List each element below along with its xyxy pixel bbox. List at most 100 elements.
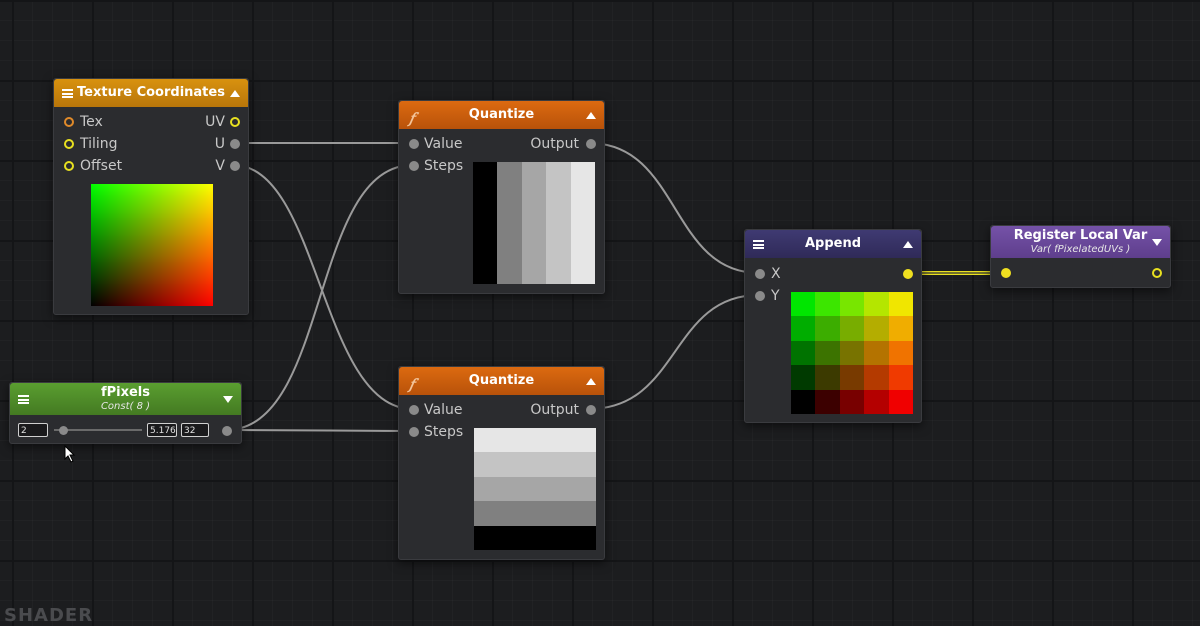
- fpixels-output-port[interactable]: [222, 426, 232, 436]
- pixel-cell: [791, 316, 816, 342]
- quantize-band: [474, 525, 596, 551]
- y-input-label: Y: [771, 288, 780, 304]
- pixel-cell: [888, 292, 914, 317]
- quantize-band: [497, 162, 522, 284]
- tex-input-label: Tex: [80, 114, 103, 130]
- pixel-cell: [888, 316, 914, 342]
- node-title: fPixels: [100, 385, 151, 400]
- quantize-band: [546, 162, 571, 284]
- uv-preview: [91, 184, 213, 306]
- quantize-header[interactable]: 𝑓 Quantize: [399, 101, 604, 129]
- collapse-icon[interactable]: [903, 241, 913, 248]
- quantize-band: [474, 476, 596, 502]
- min-input[interactable]: 2: [18, 423, 48, 437]
- append-output-port[interactable]: [903, 269, 913, 279]
- pixel-cell: [815, 340, 841, 366]
- expand-icon[interactable]: [223, 396, 233, 403]
- u-output-port[interactable]: [230, 139, 240, 149]
- append-header[interactable]: Append: [745, 230, 921, 258]
- pixel-cell: [791, 292, 816, 317]
- wire-fpixels-to-top-steps: [225, 164, 414, 431]
- menu-icon[interactable]: [62, 89, 73, 98]
- pixel-cell: [864, 389, 890, 415]
- pixel-cell: [864, 316, 890, 342]
- output-label: Output: [530, 402, 579, 418]
- pixel-cell: [839, 316, 865, 342]
- wire-top-output-to-append-x: [588, 142, 760, 274]
- pixel-cell: [839, 389, 865, 415]
- append-node[interactable]: Append X Y: [744, 229, 922, 423]
- tiling-input-label: Tiling: [80, 136, 118, 152]
- menu-icon[interactable]: [18, 395, 29, 404]
- x-input-port[interactable]: [755, 269, 765, 279]
- register-input-port[interactable]: [1001, 268, 1011, 278]
- mouse-cursor-icon: [64, 445, 76, 463]
- function-icon: 𝑓: [409, 111, 415, 127]
- value-input-port[interactable]: [409, 405, 419, 415]
- tex-input-port[interactable]: [64, 117, 74, 127]
- quantize-preview-horizontal-bands: [474, 428, 596, 551]
- wire-bottom-output-to-append-y: [588, 294, 760, 410]
- pixel-cell: [791, 340, 816, 366]
- node-title: Append: [804, 236, 862, 251]
- pixel-cell: [791, 389, 816, 415]
- value-input-port[interactable]: [409, 139, 419, 149]
- pixel-cell: [888, 340, 914, 366]
- node-subtitle: Const( 8 ): [100, 401, 151, 412]
- pixel-cell: [888, 365, 914, 391]
- tiling-input-port[interactable]: [64, 139, 74, 149]
- quantize-band: [474, 428, 596, 453]
- register-header[interactable]: Register Local Var Var( fPixelatedUVs ): [991, 226, 1170, 258]
- node-title: Quantize: [468, 373, 535, 388]
- node-title: Register Local Var: [1013, 228, 1148, 243]
- slider-knob[interactable]: [58, 426, 68, 435]
- uv-output-label: UV: [205, 114, 225, 130]
- value-input[interactable]: 5.176: [147, 423, 177, 437]
- u-output-label: U: [214, 136, 225, 152]
- pixel-cell: [815, 365, 841, 391]
- steps-input-port[interactable]: [409, 427, 419, 437]
- steps-input-label: Steps: [424, 158, 464, 174]
- collapse-icon[interactable]: [230, 90, 240, 97]
- offset-input-port[interactable]: [64, 161, 74, 171]
- y-input-port[interactable]: [755, 291, 765, 301]
- pixel-cell: [864, 365, 890, 391]
- max-input[interactable]: 32: [181, 423, 209, 437]
- pixel-cell: [839, 340, 865, 366]
- pixel-cell: [839, 365, 865, 391]
- steps-input-port[interactable]: [409, 161, 419, 171]
- steps-input-label: Steps: [424, 424, 464, 440]
- fpixels-node[interactable]: fPixels Const( 8 ) 2 5.176 32: [9, 382, 242, 444]
- x-input-label: X: [771, 266, 781, 282]
- quantize-header[interactable]: 𝑓 Quantize: [399, 367, 604, 395]
- fpixels-header[interactable]: fPixels Const( 8 ): [10, 383, 241, 415]
- quantize-band: [570, 162, 596, 284]
- pixel-cell: [815, 389, 841, 415]
- pixel-cell: [888, 389, 914, 415]
- output-port[interactable]: [586, 405, 596, 415]
- quantize-node-top[interactable]: 𝑓 Quantize Value Steps Output: [398, 100, 605, 294]
- texture-coordinates-node[interactable]: Texture Coordinates Tex Tiling Offset UV…: [53, 78, 249, 315]
- quantize-node-bottom[interactable]: 𝑓 Quantize Value Steps Output: [398, 366, 605, 560]
- v-output-port[interactable]: [230, 161, 240, 171]
- output-label: Output: [530, 136, 579, 152]
- menu-icon[interactable]: [753, 240, 764, 249]
- collapse-icon[interactable]: [586, 112, 596, 119]
- value-input-label: Value: [424, 402, 463, 418]
- collapse-icon[interactable]: [586, 378, 596, 385]
- node-title: Quantize: [468, 107, 535, 122]
- expand-icon[interactable]: [1152, 239, 1162, 246]
- output-port[interactable]: [586, 139, 596, 149]
- append-preview-pixelated: [791, 292, 914, 415]
- offset-input-label: Offset: [80, 158, 123, 174]
- pixel-cell: [864, 340, 890, 366]
- node-title: Texture Coordinates: [77, 85, 225, 100]
- pixel-cell: [864, 292, 890, 317]
- quantize-band: [521, 162, 547, 284]
- watermark: SHADER: [4, 605, 94, 626]
- register-output-port[interactable]: [1152, 268, 1162, 278]
- pixel-cell: [815, 316, 841, 342]
- uv-output-port[interactable]: [230, 117, 240, 127]
- texture-coordinates-header[interactable]: Texture Coordinates: [54, 79, 248, 107]
- register-local-var-node[interactable]: Register Local Var Var( fPixelatedUVs ): [990, 225, 1171, 288]
